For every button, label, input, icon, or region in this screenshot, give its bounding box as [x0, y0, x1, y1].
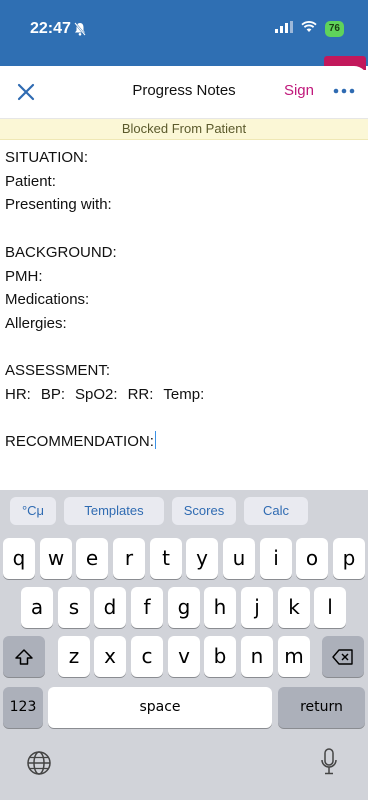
battery-indicator: 76 — [324, 21, 344, 37]
note-blank-line — [5, 336, 368, 360]
wifi-icon — [301, 20, 317, 38]
sign-button[interactable]: Sign — [284, 82, 314, 99]
recommendation-text: RECOMMENDATION: — [5, 433, 154, 451]
units-button[interactable]: °Cμ — [10, 497, 56, 525]
key-g[interactable]: g — [168, 587, 200, 628]
vital-spo2: SpO2: — [75, 386, 118, 403]
bell-slash-icon — [74, 22, 86, 41]
key-a[interactable]: a — [21, 587, 53, 628]
key-n[interactable]: n — [241, 636, 273, 677]
key-l[interactable]: l — [314, 587, 346, 628]
key-j[interactable]: j — [241, 587, 273, 628]
note-line-patient: Patient: — [5, 172, 56, 190]
key-k[interactable]: k — [278, 587, 310, 628]
keyboard: °Cμ Templates Scores Calc q w e r t y u … — [0, 490, 368, 800]
key-h[interactable]: h — [204, 587, 236, 628]
note-line-vitals: HR: BP: SpO2: RR: Temp: — [5, 383, 368, 407]
microphone-icon[interactable] — [320, 748, 338, 781]
key-e[interactable]: e — [76, 538, 108, 579]
key-v[interactable]: v — [168, 636, 200, 677]
backspace-icon — [332, 644, 354, 668]
key-s[interactable]: s — [58, 587, 90, 628]
scores-button[interactable]: Scores — [172, 497, 236, 525]
note-line-background: BACKGROUND: — [5, 243, 117, 261]
blocked-banner: Blocked From Patient — [0, 119, 368, 140]
note-line-presenting: Presenting with: — [5, 196, 112, 214]
note-blank-line — [5, 217, 368, 241]
note-line-recommendation: RECOMMENDATION: — [5, 430, 368, 454]
key-x[interactable]: x — [94, 636, 126, 677]
vital-hr: HR: — [5, 386, 31, 403]
keyboard-toolbar: °Cμ Templates Scores Calc — [0, 490, 368, 530]
vital-rr: RR: — [127, 386, 154, 403]
key-i[interactable]: i — [260, 538, 292, 579]
nav-bar: Progress Notes Sign — [0, 66, 368, 119]
key-p[interactable]: p — [333, 538, 365, 579]
key-t[interactable]: t — [150, 538, 182, 579]
key-u[interactable]: u — [223, 538, 255, 579]
key-m[interactable]: m — [278, 636, 310, 677]
calc-button[interactable]: Calc — [244, 497, 308, 525]
shift-key[interactable] — [3, 636, 45, 677]
note-line-allergies: Allergies: — [5, 314, 67, 332]
key-z[interactable]: z — [58, 636, 90, 677]
note-blank-line — [5, 407, 368, 431]
backspace-key[interactable] — [322, 636, 364, 677]
key-b[interactable]: b — [204, 636, 236, 677]
templates-button[interactable]: Templates — [64, 497, 164, 525]
note-line-pmh: PMH: — [5, 267, 43, 285]
shift-icon — [14, 644, 34, 668]
return-key[interactable]: return — [278, 687, 365, 728]
key-q[interactable]: q — [3, 538, 35, 579]
key-r[interactable]: r — [113, 538, 145, 579]
note-line-situation: SITUATION: — [5, 149, 89, 166]
text-cursor — [154, 431, 156, 450]
space-key[interactable]: space — [48, 687, 272, 728]
status-bar: 22:47 76 — [0, 0, 368, 70]
more-icon[interactable] — [332, 84, 356, 96]
note-editor[interactable]: SITUATION: Patient: Presenting with: BAC… — [0, 140, 368, 454]
key-c[interactable]: c — [131, 636, 163, 677]
note-line-assessment: ASSESSMENT: — [5, 362, 111, 380]
note-line-medications: Medications: — [5, 291, 90, 309]
key-y[interactable]: y — [186, 538, 218, 579]
vital-bp: BP: — [40, 386, 66, 403]
key-w[interactable]: w — [40, 538, 72, 579]
numbers-key[interactable]: 123 — [3, 687, 43, 728]
globe-icon[interactable] — [26, 750, 52, 781]
status-time: 22:47 — [30, 20, 71, 37]
key-f[interactable]: f — [131, 587, 163, 628]
vital-temp: Temp: — [163, 386, 205, 403]
key-d[interactable]: d — [94, 587, 126, 628]
signal-icon — [274, 20, 293, 38]
key-o[interactable]: o — [296, 538, 328, 579]
